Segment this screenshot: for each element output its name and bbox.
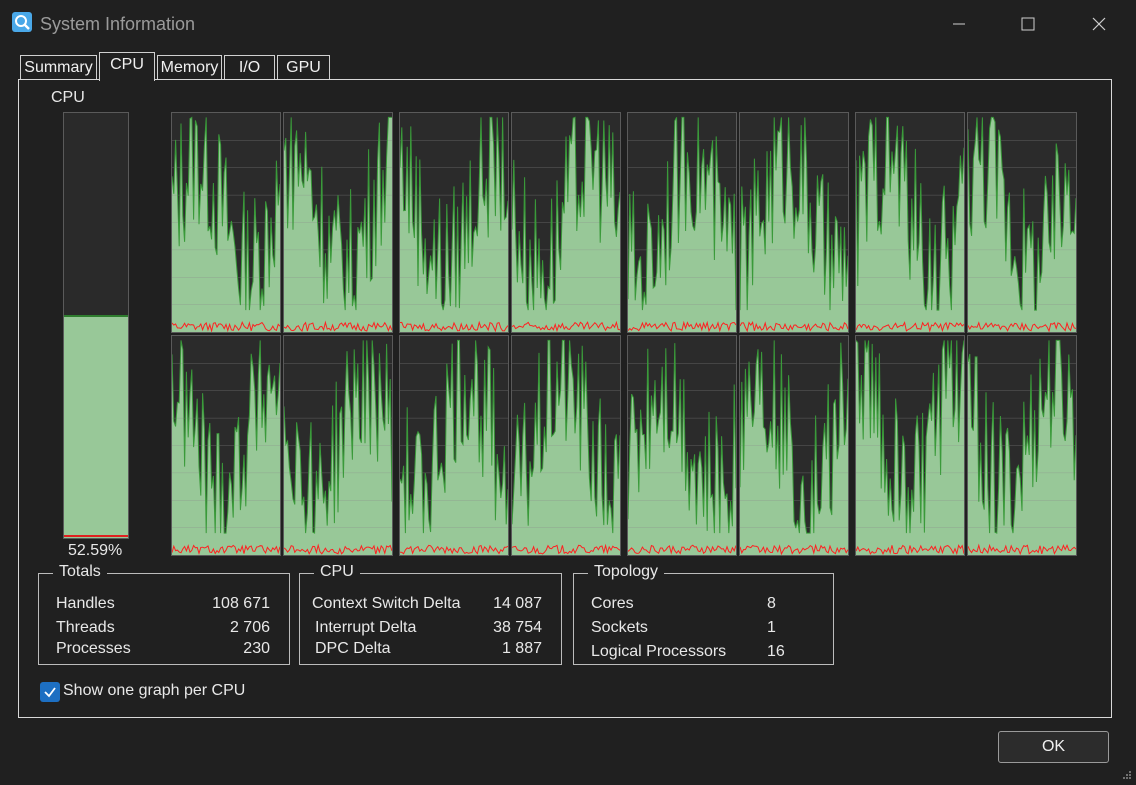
cpu-graph-7	[967, 112, 1077, 333]
logical-processors-value: 16	[767, 643, 785, 660]
cpu-kernel-line	[64, 535, 128, 537]
checkmark-icon	[44, 687, 56, 698]
context-switch-value: 14 087	[493, 595, 542, 612]
totals-title: Totals	[53, 563, 107, 581]
cpu-graph-14	[855, 335, 965, 556]
cores-label: Cores	[591, 595, 634, 612]
cpu-usage-meter-fill	[64, 314, 128, 538]
threads-value: 2 706	[229, 619, 270, 636]
topology-title: Topology	[588, 563, 665, 581]
interrupt-delta-label: Interrupt Delta	[315, 619, 417, 636]
processes-value: 230	[243, 640, 270, 657]
cpu-usage-area	[284, 117, 392, 332]
tab-memory[interactable]: Memory	[157, 55, 222, 79]
cpu-usage-percent: 52.59%	[68, 542, 123, 559]
sockets-label: Sockets	[591, 619, 648, 636]
cpu-graph-8	[171, 335, 281, 556]
cpu-graph-1	[283, 112, 393, 333]
cpu-graph-11	[511, 335, 621, 556]
handles-label: Handles	[56, 595, 115, 612]
title-bar: System Information	[0, 0, 1136, 48]
show-one-graph-label[interactable]: Show one graph per CPU	[63, 682, 245, 700]
tab-cpu[interactable]: CPU	[99, 52, 155, 81]
cpu-usage-area	[628, 117, 736, 332]
cores-value: 8	[767, 595, 776, 612]
cpu-graph-10	[399, 335, 509, 556]
logical-processors-label: Logical Processors	[591, 643, 727, 660]
cpu-graph-15	[967, 335, 1077, 556]
dpc-delta-label: DPC Delta	[315, 640, 391, 657]
tab-io[interactable]: I/O	[224, 55, 275, 79]
cpu-graph-6	[855, 112, 965, 333]
handles-value: 108 671	[212, 595, 270, 612]
cpu-usage-area	[400, 117, 508, 332]
cpu-graph-4	[627, 112, 737, 333]
cpu-graph-12	[627, 335, 737, 556]
sockets-value: 1	[767, 619, 776, 636]
cpu-stats-title: CPU	[314, 563, 360, 581]
minimize-button[interactable]	[936, 0, 982, 48]
cpu-graph-13	[739, 335, 849, 556]
context-switch-label: Context Switch Delta	[312, 595, 461, 612]
cpu-graph-0	[171, 112, 281, 333]
cpu-usage-meter	[63, 112, 129, 539]
window-title: System Information	[40, 14, 196, 34]
maximize-button[interactable]	[1005, 0, 1051, 48]
dpc-delta-value: 1 887	[501, 640, 542, 657]
close-button[interactable]	[1076, 0, 1122, 48]
tab-gpu[interactable]: GPU	[277, 55, 330, 79]
ok-button[interactable]: OK	[998, 731, 1109, 763]
resize-grip-icon[interactable]	[1122, 767, 1132, 779]
show-one-graph-checkbox[interactable]	[40, 682, 60, 702]
cpu-graph-9	[283, 335, 393, 556]
cpu-graph-5	[739, 112, 849, 333]
maximize-icon	[1021, 17, 1035, 31]
system-info-icon	[12, 12, 32, 32]
cpu-usage-area	[856, 117, 964, 332]
tab-summary[interactable]: Summary	[20, 55, 97, 79]
cpu-graph-3	[511, 112, 621, 333]
minimize-icon	[953, 23, 965, 25]
interrupt-delta-value: 38 754	[493, 619, 542, 636]
processes-label: Processes	[56, 640, 131, 657]
cpu-graph-2	[399, 112, 509, 333]
cpu-meter-label: CPU	[51, 89, 85, 106]
threads-label: Threads	[56, 619, 115, 636]
cpu-usage-area	[968, 340, 1076, 555]
cpu-usage-area	[172, 340, 280, 555]
close-icon	[1092, 17, 1106, 31]
